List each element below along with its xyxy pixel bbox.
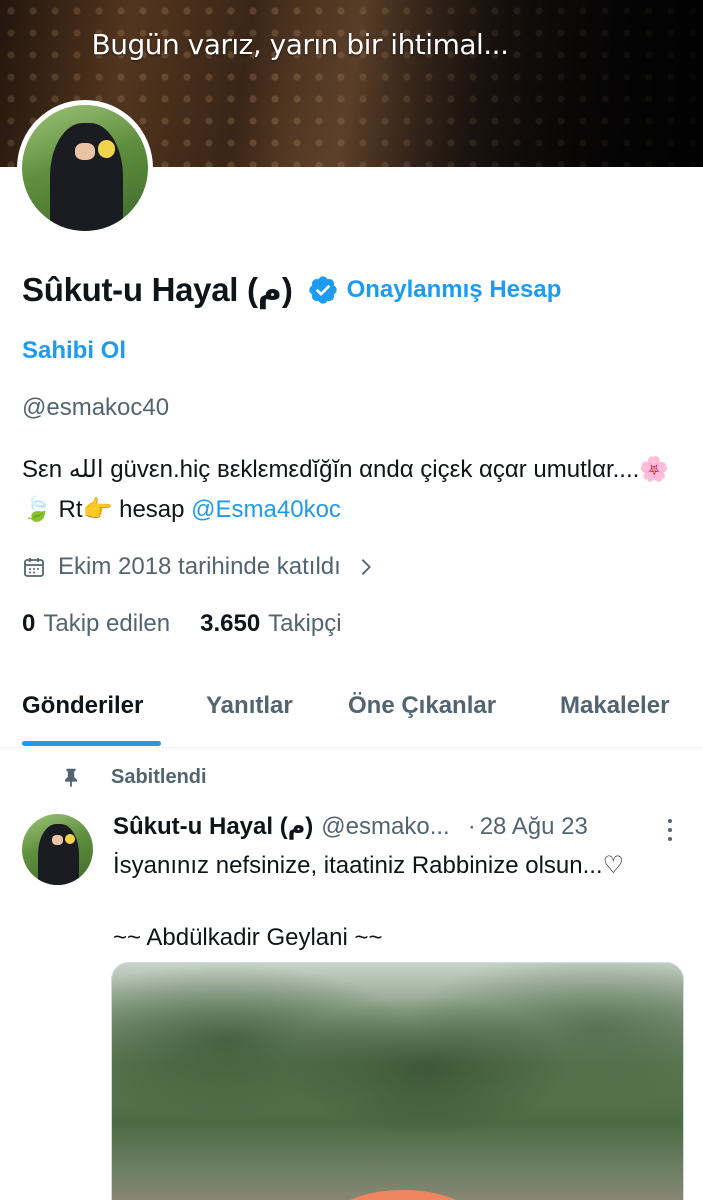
tab-highlights[interactable]: Öne Çıkanlar xyxy=(348,692,496,720)
profile-tabs: Gönderiler Yanıtlar Öne Çıkanlar Makalel… xyxy=(0,678,703,748)
tweet-header: Sûkut-u Hayal (م) @esmako... · 28 Ağu 23 xyxy=(113,812,588,841)
bio-mention-link[interactable]: @Esma40koc xyxy=(191,496,341,523)
avatar-image xyxy=(22,105,148,231)
display-name: Sûkut-u Hayal (م) xyxy=(22,271,293,308)
pinned-label: Sabitlendi xyxy=(111,765,207,788)
followers-label: Takipçi xyxy=(268,610,342,637)
tab-articles[interactable]: Makaleler xyxy=(560,692,669,720)
tweet-separator: · xyxy=(467,813,476,840)
tab-posts[interactable]: Gönderiler xyxy=(22,692,143,720)
bio-text: Sεn الله güvεn.hiç вεklεmεdĭğĭn αndα çiç… xyxy=(22,456,670,523)
following-link[interactable]: 0 Takip edilen xyxy=(22,610,170,638)
following-count: 0 xyxy=(22,610,36,637)
followers-count: 3.650 xyxy=(200,610,261,637)
joined-date-row[interactable]: Ekim 2018 tarihinde katıldı xyxy=(22,553,377,581)
verified-account-link[interactable]: Onaylanmış Hesap xyxy=(347,276,562,304)
tweet-date[interactable]: 28 Ağu 23 xyxy=(480,813,588,841)
pin-icon xyxy=(65,768,77,788)
followers-link[interactable]: 3.650 Takipçi xyxy=(200,610,341,638)
active-tab-indicator xyxy=(22,741,161,746)
calendar-icon xyxy=(24,558,44,577)
tab-replies[interactable]: Yanıtlar xyxy=(206,692,293,720)
tweet-author-handle[interactable]: @esmako... xyxy=(321,813,449,841)
profile-avatar[interactable] xyxy=(17,100,153,236)
tweet-author-avatar[interactable] xyxy=(22,814,93,885)
profile-bio: Sεn الله güvεn.hiç вεklεmεdĭğĭn αndα çiç… xyxy=(22,450,672,530)
media-background xyxy=(112,963,683,1200)
profile-handle: @esmakoc40 xyxy=(22,394,170,421)
get-verified-link[interactable]: Sahibi Ol xyxy=(22,337,126,365)
pinned-indicator: Sabitlendi xyxy=(60,765,207,789)
following-label: Takip edilen xyxy=(43,610,171,637)
joined-date: Ekim 2018 tarihinde katıldı xyxy=(58,553,341,580)
verified-badge-icon[interactable] xyxy=(307,274,339,306)
tweet-media-image[interactable] xyxy=(111,962,684,1200)
tweet-author-name[interactable]: Sûkut-u Hayal (م) xyxy=(113,812,313,841)
tweet-text: İsyanınız nefsinize, itaatiniz Rabbinize… xyxy=(113,852,625,951)
profile-name-row: Sûkut-u Hayal (م) Onaylanmış Hesap xyxy=(22,270,561,309)
chevron-right-icon xyxy=(361,559,371,575)
more-vertical-icon[interactable] xyxy=(660,816,680,844)
banner-caption: Bugün varız, yarın bir ihtimal... xyxy=(91,28,509,61)
follow-stats: 0 Takip edilen 3.650 Takipçi xyxy=(22,610,342,638)
